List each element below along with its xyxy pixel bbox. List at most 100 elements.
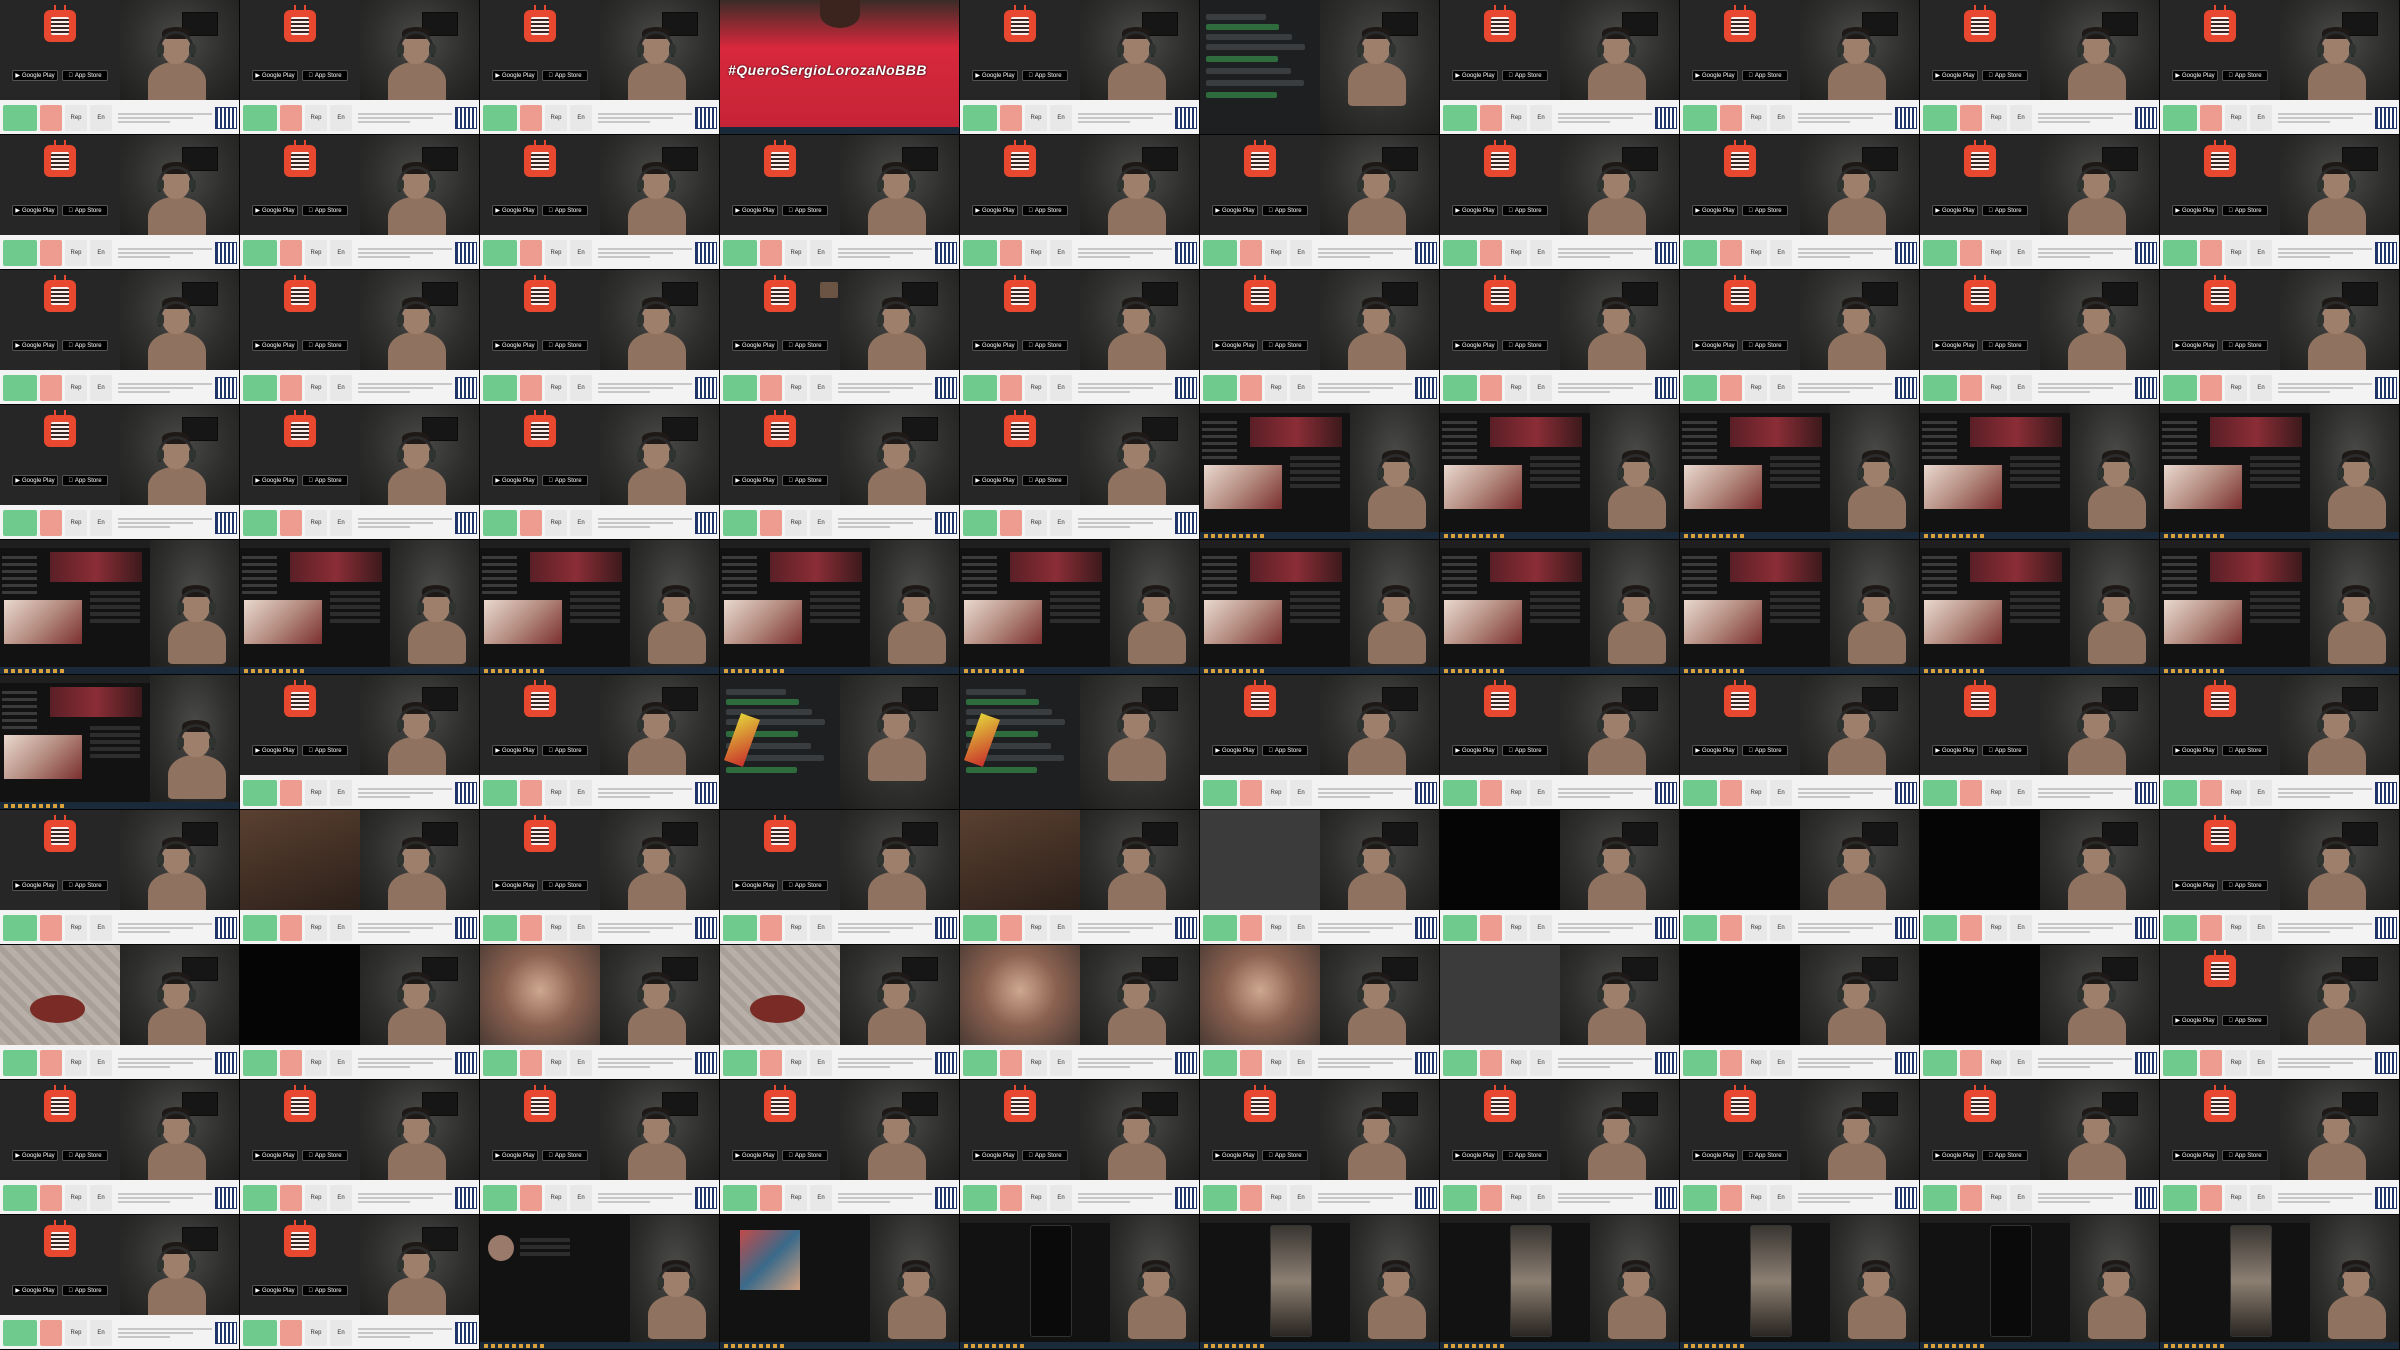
report-button[interactable]: Rep — [545, 509, 567, 536]
language-button[interactable]: En — [810, 914, 832, 941]
stop-button[interactable] — [280, 509, 302, 536]
stop-button[interactable] — [1000, 509, 1022, 536]
language-button[interactable]: En — [570, 1184, 592, 1211]
stop-button[interactable] — [520, 1184, 542, 1211]
language-button[interactable]: En — [570, 1049, 592, 1076]
language-button[interactable]: En — [1770, 1049, 1792, 1076]
app-store-button[interactable]: App Store — [542, 880, 588, 891]
start-button[interactable] — [243, 239, 277, 266]
language-button[interactable]: En — [90, 239, 112, 266]
start-button[interactable] — [1203, 779, 1237, 806]
google-play-button[interactable]: ▶ Google Play — [1692, 1150, 1738, 1161]
google-play-button[interactable]: ▶ Google Play — [1452, 1150, 1498, 1161]
report-button[interactable]: Rep — [1985, 914, 2007, 941]
stop-button[interactable] — [760, 374, 782, 401]
app-store-button[interactable]: App Store — [2222, 205, 2268, 216]
language-button[interactable]: En — [90, 1049, 112, 1076]
language-button[interactable]: En — [2010, 104, 2032, 131]
app-store-button[interactable]: App Store — [62, 1150, 108, 1161]
start-button[interactable] — [1683, 1184, 1717, 1211]
report-button[interactable]: Rep — [1505, 239, 1527, 266]
stop-button[interactable] — [1000, 104, 1022, 131]
google-play-button[interactable]: ▶ Google Play — [252, 70, 298, 81]
stop-button[interactable] — [280, 239, 302, 266]
start-button[interactable] — [1923, 1184, 1957, 1211]
app-store-button[interactable]: App Store — [1742, 70, 1788, 81]
start-button[interactable] — [723, 239, 757, 266]
start-button[interactable] — [1443, 104, 1477, 131]
app-store-button[interactable]: App Store — [62, 1285, 108, 1296]
stop-button[interactable] — [1720, 914, 1742, 941]
report-button[interactable]: Rep — [1745, 1049, 1767, 1076]
report-button[interactable]: Rep — [305, 1184, 327, 1211]
stop-button[interactable] — [280, 374, 302, 401]
app-store-button[interactable]: App Store — [302, 1285, 348, 1296]
google-play-button[interactable]: ▶ Google Play — [732, 880, 778, 891]
app-store-button[interactable]: App Store — [62, 880, 108, 891]
report-button[interactable]: Rep — [1025, 104, 1047, 131]
start-button[interactable] — [2163, 239, 2197, 266]
report-button[interactable]: Rep — [1505, 1049, 1527, 1076]
language-button[interactable]: En — [1290, 914, 1312, 941]
stop-button[interactable] — [1240, 239, 1262, 266]
video-player[interactable] — [484, 600, 562, 644]
start-button[interactable] — [1443, 779, 1477, 806]
stop-button[interactable] — [1720, 374, 1742, 401]
app-store-button[interactable]: App Store — [782, 1150, 828, 1161]
language-button[interactable]: En — [1050, 914, 1072, 941]
app-store-button[interactable]: App Store — [302, 70, 348, 81]
report-button[interactable]: Rep — [1025, 239, 1047, 266]
start-button[interactable] — [243, 104, 277, 131]
report-button[interactable]: Rep — [1985, 1184, 2007, 1211]
google-play-button[interactable]: ▶ Google Play — [2172, 1150, 2218, 1161]
language-button[interactable]: En — [90, 104, 112, 131]
language-button[interactable]: En — [1770, 1184, 1792, 1211]
report-button[interactable]: Rep — [1985, 239, 2007, 266]
video-player[interactable] — [2164, 465, 2242, 509]
app-store-button[interactable]: App Store — [1742, 205, 1788, 216]
report-button[interactable]: Rep — [2225, 1049, 2247, 1076]
report-button[interactable]: Rep — [1505, 914, 1527, 941]
google-play-button[interactable]: ▶ Google Play — [252, 340, 298, 351]
google-play-button[interactable]: ▶ Google Play — [1932, 745, 1978, 756]
language-button[interactable]: En — [2010, 1184, 2032, 1211]
stop-button[interactable] — [520, 239, 542, 266]
stop-button[interactable] — [280, 914, 302, 941]
app-store-button[interactable]: App Store — [1742, 340, 1788, 351]
start-button[interactable] — [963, 1049, 997, 1076]
stop-button[interactable] — [2200, 239, 2222, 266]
google-play-button[interactable]: ▶ Google Play — [732, 205, 778, 216]
google-play-button[interactable]: ▶ Google Play — [12, 205, 58, 216]
report-button[interactable]: Rep — [1985, 374, 2007, 401]
report-button[interactable]: Rep — [1025, 914, 1047, 941]
start-button[interactable] — [723, 1049, 757, 1076]
google-play-button[interactable]: ▶ Google Play — [252, 475, 298, 486]
stop-button[interactable] — [520, 1049, 542, 1076]
language-button[interactable]: En — [1290, 374, 1312, 401]
language-button[interactable]: En — [330, 779, 352, 806]
app-store-button[interactable]: App Store — [1262, 745, 1308, 756]
stop-button[interactable] — [760, 509, 782, 536]
language-button[interactable]: En — [1770, 374, 1792, 401]
start-button[interactable] — [1203, 374, 1237, 401]
start-button[interactable] — [723, 509, 757, 536]
start-button[interactable] — [963, 1184, 997, 1211]
language-button[interactable]: En — [810, 239, 832, 266]
start-button[interactable] — [1683, 374, 1717, 401]
stop-button[interactable] — [280, 1319, 302, 1346]
stop-button[interactable] — [280, 1184, 302, 1211]
report-button[interactable]: Rep — [65, 1049, 87, 1076]
report-button[interactable]: Rep — [545, 914, 567, 941]
start-button[interactable] — [1443, 914, 1477, 941]
language-button[interactable]: En — [2250, 914, 2272, 941]
start-button[interactable] — [243, 779, 277, 806]
language-button[interactable]: En — [810, 1184, 832, 1211]
report-button[interactable]: Rep — [1745, 914, 1767, 941]
language-button[interactable]: En — [2250, 779, 2272, 806]
app-store-button[interactable]: App Store — [1502, 340, 1548, 351]
start-button[interactable] — [2163, 779, 2197, 806]
stop-button[interactable] — [2200, 779, 2222, 806]
google-play-button[interactable]: ▶ Google Play — [1932, 70, 1978, 81]
video-player[interactable] — [1684, 465, 1762, 509]
app-store-button[interactable]: App Store — [2222, 340, 2268, 351]
